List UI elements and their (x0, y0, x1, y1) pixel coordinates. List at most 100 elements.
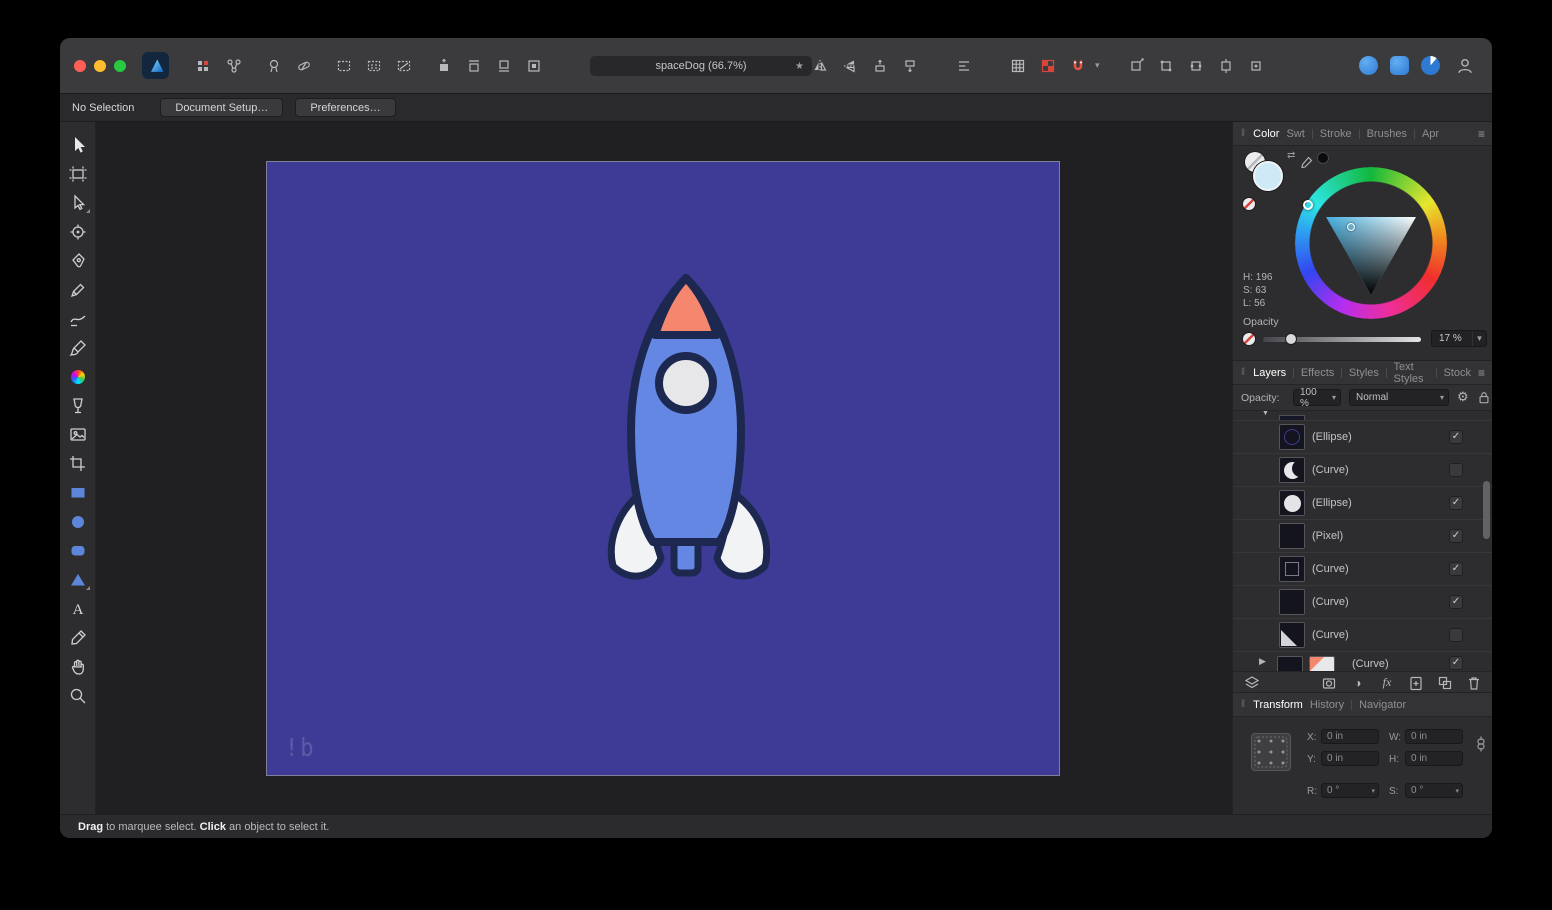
layer-row[interactable]: (Curve) (1233, 619, 1492, 652)
insert-top-icon[interactable] (431, 54, 457, 78)
point-transform-tool[interactable] (66, 221, 90, 243)
layer-visibility-checkbox[interactable] (1449, 463, 1463, 477)
tab-text-styles[interactable]: Text Styles (1394, 361, 1429, 385)
document-setup-button[interactable]: Document Setup… (160, 98, 283, 117)
view-tool[interactable] (66, 656, 90, 678)
w-field[interactable]: 0 in (1405, 729, 1463, 744)
layer-visibility-checkbox[interactable]: ✓ (1449, 529, 1463, 543)
marquee-dashed-icon[interactable] (331, 54, 357, 78)
layer-settings-gear-icon[interactable]: ⚙ (1457, 389, 1469, 405)
layer-visibility-checkbox[interactable]: ✓ (1449, 562, 1463, 576)
vector-crop-tool[interactable] (66, 453, 90, 475)
order-backward-icon[interactable] (897, 54, 923, 78)
tab-brushes[interactable]: Brushes (1367, 128, 1407, 140)
layer-visibility-checkbox[interactable]: ✓ (1449, 656, 1463, 670)
layers-stack-icon[interactable] (1243, 675, 1260, 691)
marquee-slash-icon[interactable] (391, 54, 417, 78)
fill-swatch[interactable] (1253, 161, 1283, 191)
assets-square-icon[interactable] (1390, 56, 1409, 75)
panel-drag-handle[interactable]: ‖ (1241, 128, 1246, 139)
tab-appearance[interactable]: Apr (1422, 128, 1439, 140)
s-field[interactable]: 0 °▾ (1405, 783, 1463, 798)
document-title[interactable]: spaceDog (66.7%) ★ (590, 56, 812, 76)
artboard-tool[interactable] (66, 163, 90, 185)
artboard[interactable]: !b (267, 162, 1059, 775)
preferences-button[interactable]: Preferences… (295, 98, 395, 117)
tab-styles[interactable]: Styles (1349, 367, 1379, 379)
x-field[interactable]: 0 in (1321, 729, 1379, 744)
account-icon[interactable] (1452, 54, 1478, 78)
layer-lock-icon[interactable] (1477, 390, 1491, 410)
scrollbar-thumb[interactable] (1483, 481, 1490, 539)
vector-brush-tool[interactable] (66, 308, 90, 330)
zoom-window-button[interactable] (114, 60, 126, 72)
panel-menu-icon[interactable]: ≡ (1478, 366, 1485, 380)
link-dimensions-icon[interactable] (1475, 735, 1487, 758)
flip-vertical-icon[interactable] (837, 54, 863, 78)
opacity-value-field[interactable]: 17 % ▼ (1431, 330, 1487, 347)
handle-icon-4[interactable] (1213, 54, 1239, 78)
pencil-tool[interactable] (66, 279, 90, 301)
layer-visibility-checkbox[interactable]: ✓ (1449, 430, 1463, 444)
layer-row[interactable]: ▶ (Curve) ✓ (1233, 652, 1492, 671)
tab-history[interactable]: History (1310, 699, 1344, 711)
layer-row[interactable]: (Ellipse) ✓ (1233, 487, 1492, 520)
artistic-text-tool[interactable]: A (66, 598, 90, 620)
opacity-none-icon[interactable] (1243, 333, 1255, 345)
layer-row[interactable]: (Pixel) ✓ (1233, 520, 1492, 553)
h-field[interactable]: 0 in (1405, 751, 1463, 766)
snapping-magnet-icon[interactable] (1065, 54, 1091, 78)
triangle-tool[interactable] (66, 569, 90, 591)
anchor-point-selector[interactable] (1251, 733, 1291, 771)
panel-menu-icon[interactable]: ≡ (1478, 127, 1485, 141)
layers-scrollbar[interactable] (1483, 411, 1490, 671)
mask-layer-icon[interactable] (1320, 675, 1337, 691)
handle-icon-2[interactable] (1153, 54, 1179, 78)
tab-color[interactable]: Color (1253, 128, 1279, 140)
order-forward-icon[interactable] (867, 54, 893, 78)
ellipse-tool[interactable] (66, 511, 90, 533)
insert-below-icon[interactable] (491, 54, 517, 78)
marquee-dotted-icon[interactable] (361, 54, 387, 78)
minimize-window-button[interactable] (94, 60, 106, 72)
hierarchy-icon[interactable] (221, 54, 247, 78)
no-color-swatch[interactable] (1243, 198, 1255, 210)
group-layers-icon[interactable] (1437, 675, 1454, 691)
layer-visibility-checkbox[interactable]: ✓ (1449, 595, 1463, 609)
rounded-rectangle-tool[interactable] (66, 540, 90, 562)
transparency-tool[interactable] (66, 395, 90, 417)
panel-drag-handle[interactable]: ‖ (1241, 699, 1246, 710)
expand-chevron-icon[interactable]: ▼ (1261, 411, 1270, 417)
hue-marker[interactable] (1303, 200, 1313, 210)
r-field[interactable]: 0 °▾ (1321, 783, 1379, 798)
add-layer-icon[interactable] (1408, 675, 1425, 691)
layer-visibility-checkbox[interactable] (1449, 628, 1463, 642)
layer-effects-fx-icon[interactable]: fx (1378, 675, 1395, 691)
layer-row[interactable]: (Curve) ✓ (1233, 586, 1492, 619)
opacity-slider-knob[interactable] (1285, 333, 1297, 345)
adjustment-layer-icon[interactable]: ◑ (1349, 675, 1366, 691)
gradient-tool[interactable] (66, 366, 90, 388)
insert-inside-icon[interactable] (521, 54, 547, 78)
picked-color-swatch[interactable] (1317, 152, 1329, 164)
y-field[interactable]: 0 in (1321, 751, 1379, 766)
layers-opacity-dropdown[interactable]: 100 %▾ (1293, 389, 1341, 406)
move-tool[interactable] (66, 134, 90, 156)
layer-visibility-checkbox[interactable]: ✓ (1449, 496, 1463, 510)
pen-tool[interactable] (66, 250, 90, 272)
force-pixel-alignment-icon[interactable] (1035, 54, 1061, 78)
tab-stroke[interactable]: Stroke (1320, 128, 1352, 140)
swap-colors-icon[interactable]: ⇄ (1287, 150, 1295, 161)
color-wheel[interactable] (1295, 167, 1447, 319)
color-picker-tool[interactable] (66, 627, 90, 649)
tab-layers[interactable]: Layers (1253, 367, 1286, 379)
layer-row[interactable]: (Curve) (1233, 454, 1492, 487)
panel-drag-handle[interactable]: ‖ (1241, 367, 1246, 378)
s-dropdown-chevron[interactable]: ▾ (1455, 787, 1462, 795)
badge-icon[interactable] (261, 54, 287, 78)
assets-pie-icon[interactable] (1421, 56, 1440, 75)
opacity-dropdown-chevron[interactable]: ▼ (1472, 331, 1486, 346)
delete-layer-icon[interactable] (1466, 675, 1483, 691)
layer-row-partial[interactable]: ▼ (1233, 411, 1492, 421)
expand-chevron-icon[interactable]: ▶ (1259, 656, 1266, 667)
